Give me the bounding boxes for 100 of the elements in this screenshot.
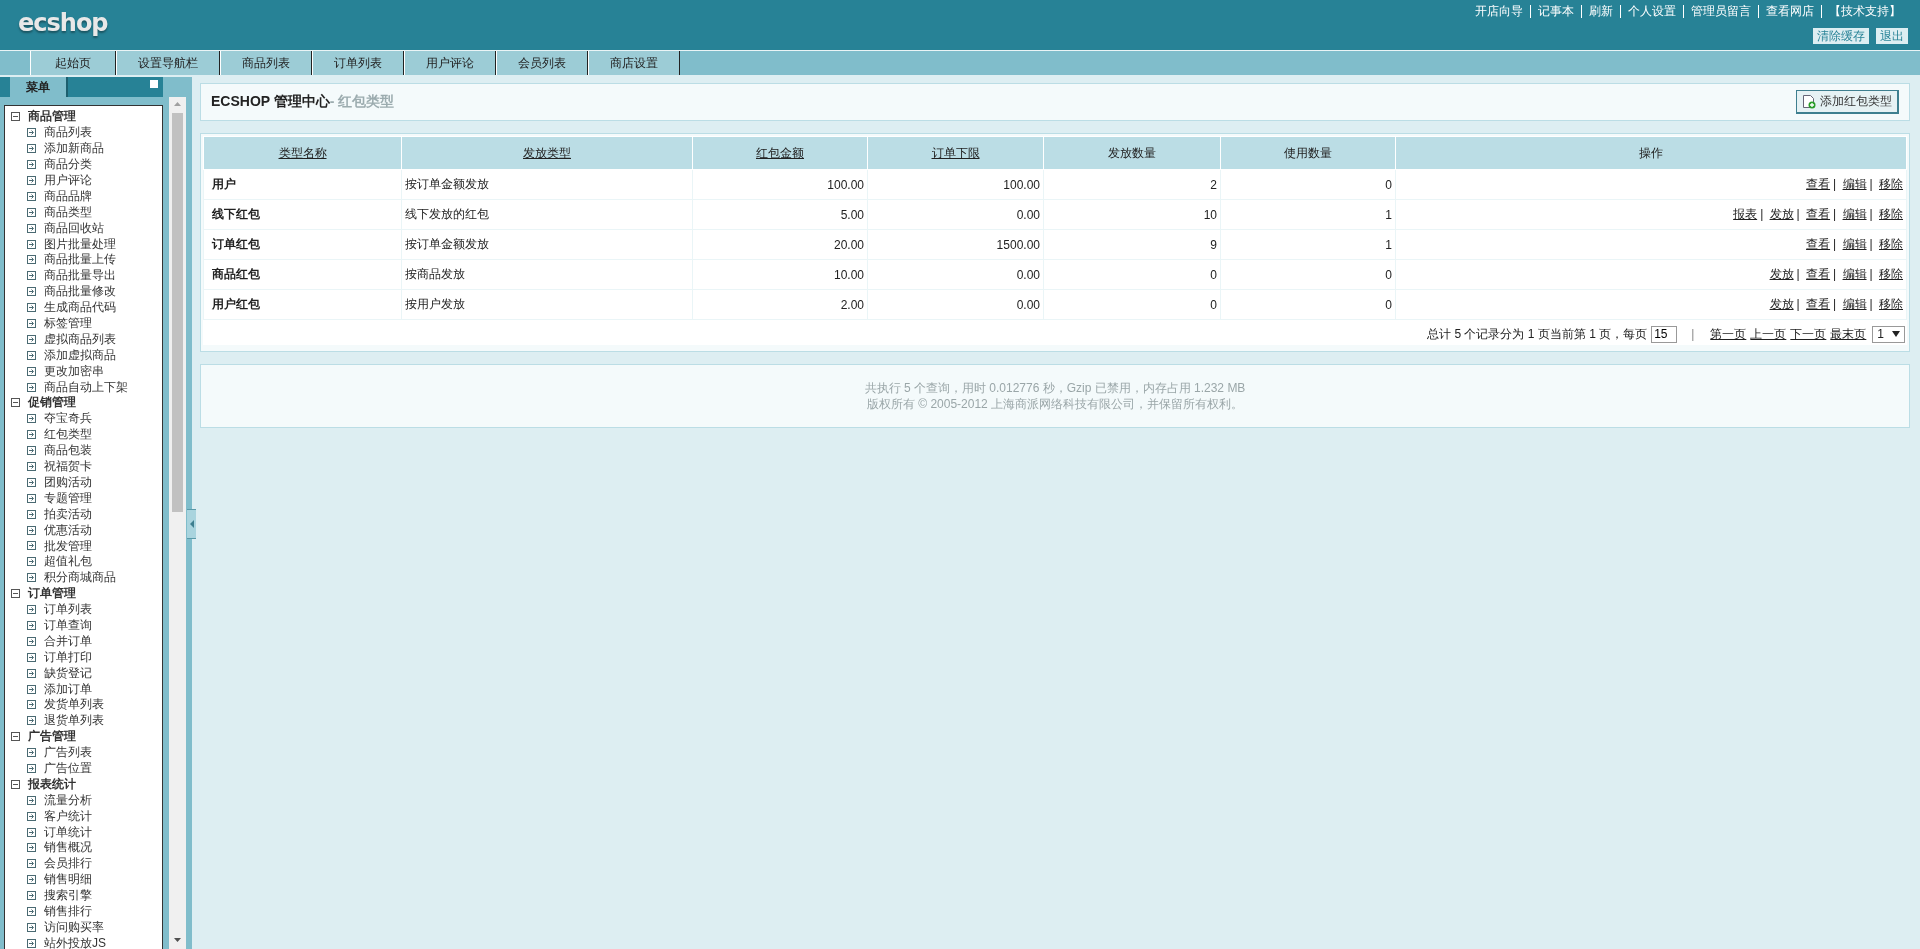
menu-item[interactable]: 批发管理 <box>44 537 92 555</box>
menu-item[interactable]: 流量分析 <box>44 791 92 809</box>
menu-item[interactable]: 超值礼包 <box>44 553 92 571</box>
header-link[interactable]: 记事本 <box>1531 3 1581 20</box>
column-header[interactable]: 订单下限 <box>867 136 1044 170</box>
minus-box-icon[interactable] <box>11 589 20 599</box>
menu-item[interactable]: 添加虚拟商品 <box>44 346 116 364</box>
menu-item[interactable]: 订单查询 <box>44 616 92 634</box>
menu-group[interactable]: 广告管理 <box>11 728 162 745</box>
action-link[interactable]: 查看 <box>1806 297 1831 311</box>
action-link[interactable]: 移除 <box>1879 177 1903 191</box>
header-link[interactable]: 查看网店 <box>1759 3 1821 20</box>
page-link[interactable]: 第一页 <box>1710 325 1747 343</box>
column-header[interactable]: 类型名称 <box>203 136 402 170</box>
page-select[interactable]: 1 <box>1872 325 1905 343</box>
menu-item[interactable]: 销售概况 <box>44 839 92 857</box>
nav-tab[interactable]: 会员列表 <box>496 51 588 75</box>
menu-item[interactable]: 商品批量导出 <box>44 267 116 285</box>
menu-item[interactable]: 虚拟商品列表 <box>44 330 116 348</box>
header-link[interactable]: 个人设置 <box>1621 3 1683 20</box>
menu-item[interactable]: 退货单列表 <box>44 712 104 730</box>
nav-tab[interactable]: 设置导航栏 <box>116 51 220 75</box>
minus-box-icon[interactable] <box>11 779 20 789</box>
action-link[interactable]: 报表 <box>1733 207 1758 221</box>
menu-item[interactable]: 访问购买率 <box>44 918 104 936</box>
action-link[interactable]: 编辑 <box>1842 297 1867 311</box>
menu-item[interactable]: 图片批量处理 <box>44 235 116 253</box>
minus-box-icon[interactable] <box>11 112 20 122</box>
action-link[interactable]: 移除 <box>1879 237 1903 251</box>
nav-tab[interactable]: 商品列表 <box>220 51 312 75</box>
menu-item[interactable]: 站外投放JS <box>44 934 106 949</box>
page-size-field[interactable]: 15 <box>1651 325 1678 343</box>
header-button[interactable]: 清除缓存 <box>1813 28 1869 44</box>
menu-item[interactable]: 客户统计 <box>44 807 92 825</box>
action-link[interactable]: 编辑 <box>1842 267 1867 281</box>
menu-group[interactable]: 报表统计 <box>11 776 162 793</box>
menu-item[interactable]: 商品包装 <box>44 442 92 460</box>
menu-item[interactable]: 商品回收站 <box>44 219 104 237</box>
action-link[interactable]: 移除 <box>1879 297 1903 311</box>
menu-item[interactable]: 销售排行 <box>44 903 92 920</box>
menu-item[interactable]: 订单打印 <box>44 648 92 666</box>
menu-item[interactable]: 商品类型 <box>44 203 92 221</box>
page-link[interactable]: 最末页 <box>1830 325 1867 343</box>
action-link[interactable]: 查看 <box>1806 267 1831 281</box>
menu-item[interactable]: 订单列表 <box>44 601 92 619</box>
menu-item[interactable]: 优惠活动 <box>44 521 92 539</box>
menu-item[interactable]: 合并订单 <box>44 632 92 650</box>
action-link[interactable]: 编辑 <box>1842 177 1867 191</box>
action-link[interactable]: 发放 <box>1769 267 1794 281</box>
minus-box-icon[interactable] <box>11 398 20 408</box>
page-link[interactable]: 下一页 <box>1790 325 1827 343</box>
menu-item[interactable]: 商品分类 <box>44 156 92 174</box>
menu-item[interactable]: 拍卖活动 <box>44 505 92 523</box>
menu-group[interactable]: 订单管理 <box>11 585 162 602</box>
header-button[interactable]: 退出 <box>1876 28 1908 44</box>
menu-tab[interactable]: 菜单 <box>10 77 68 97</box>
header-link[interactable]: 【技术支持】 <box>1822 3 1908 20</box>
menu-item[interactable]: 红包类型 <box>44 426 92 444</box>
action-link[interactable]: 发放 <box>1769 207 1794 221</box>
menu-item[interactable]: 更改加密串 <box>44 362 104 380</box>
menu-item[interactable]: 会员排行 <box>44 855 92 873</box>
nav-tab[interactable]: 商店设置 <box>588 51 680 75</box>
menu-item[interactable]: 发货单列表 <box>44 696 104 714</box>
menu-item[interactable]: 商品列表 <box>44 124 92 142</box>
menu-item[interactable]: 添加订单 <box>44 680 92 698</box>
column-header[interactable]: 红包金额 <box>692 136 868 170</box>
action-link[interactable]: 查看 <box>1806 177 1831 191</box>
add-button[interactable]: 添加红包类型 <box>1796 90 1899 114</box>
action-link[interactable]: 发放 <box>1769 297 1794 311</box>
menu-item[interactable]: 搜索引擎 <box>44 887 92 905</box>
action-link[interactable]: 移除 <box>1879 207 1903 221</box>
action-link[interactable]: 编辑 <box>1842 207 1867 221</box>
page-link[interactable]: 上一页 <box>1750 325 1787 343</box>
scroll-thumb[interactable] <box>172 113 183 512</box>
menu-item[interactable]: 缺货登记 <box>44 664 92 682</box>
nav-tab[interactable]: 订单列表 <box>312 51 404 75</box>
menu-item[interactable]: 广告列表 <box>44 744 92 762</box>
nav-tab[interactable]: 用户评论 <box>404 51 496 75</box>
menu-item[interactable]: 夺宝奇兵 <box>44 410 92 428</box>
nav-tab[interactable]: 起始页 <box>30 51 116 75</box>
menu-item[interactable]: 专题管理 <box>44 489 92 507</box>
column-header[interactable]: 发放类型 <box>401 136 693 170</box>
menu-group[interactable]: 商品管理 <box>11 109 162 125</box>
menu-item[interactable]: 积分商城商品 <box>44 569 116 587</box>
menu-item[interactable]: 祝福贺卡 <box>44 458 92 476</box>
menu-item[interactable]: 商品批量修改 <box>44 283 116 301</box>
menu-item[interactable]: 添加新商品 <box>44 140 104 158</box>
menu-item[interactable]: 用户评论 <box>44 172 92 189</box>
menu-item[interactable]: 商品批量上传 <box>44 251 116 269</box>
menu-item[interactable]: 广告位置 <box>44 759 92 777</box>
menu-item[interactable]: 商品自动上下架 <box>44 378 128 396</box>
minus-box-icon[interactable] <box>11 732 20 742</box>
menu-group[interactable]: 促销管理 <box>11 395 162 411</box>
menu-item[interactable]: 标签管理 <box>44 315 92 333</box>
collapse-handle[interactable] <box>187 509 196 539</box>
action-link[interactable]: 查看 <box>1806 207 1831 221</box>
menu-item[interactable]: 销售明细 <box>44 871 92 889</box>
action-link[interactable]: 查看 <box>1806 237 1831 251</box>
header-link[interactable]: 刷新 <box>1582 3 1620 20</box>
action-link[interactable]: 编辑 <box>1842 237 1867 251</box>
